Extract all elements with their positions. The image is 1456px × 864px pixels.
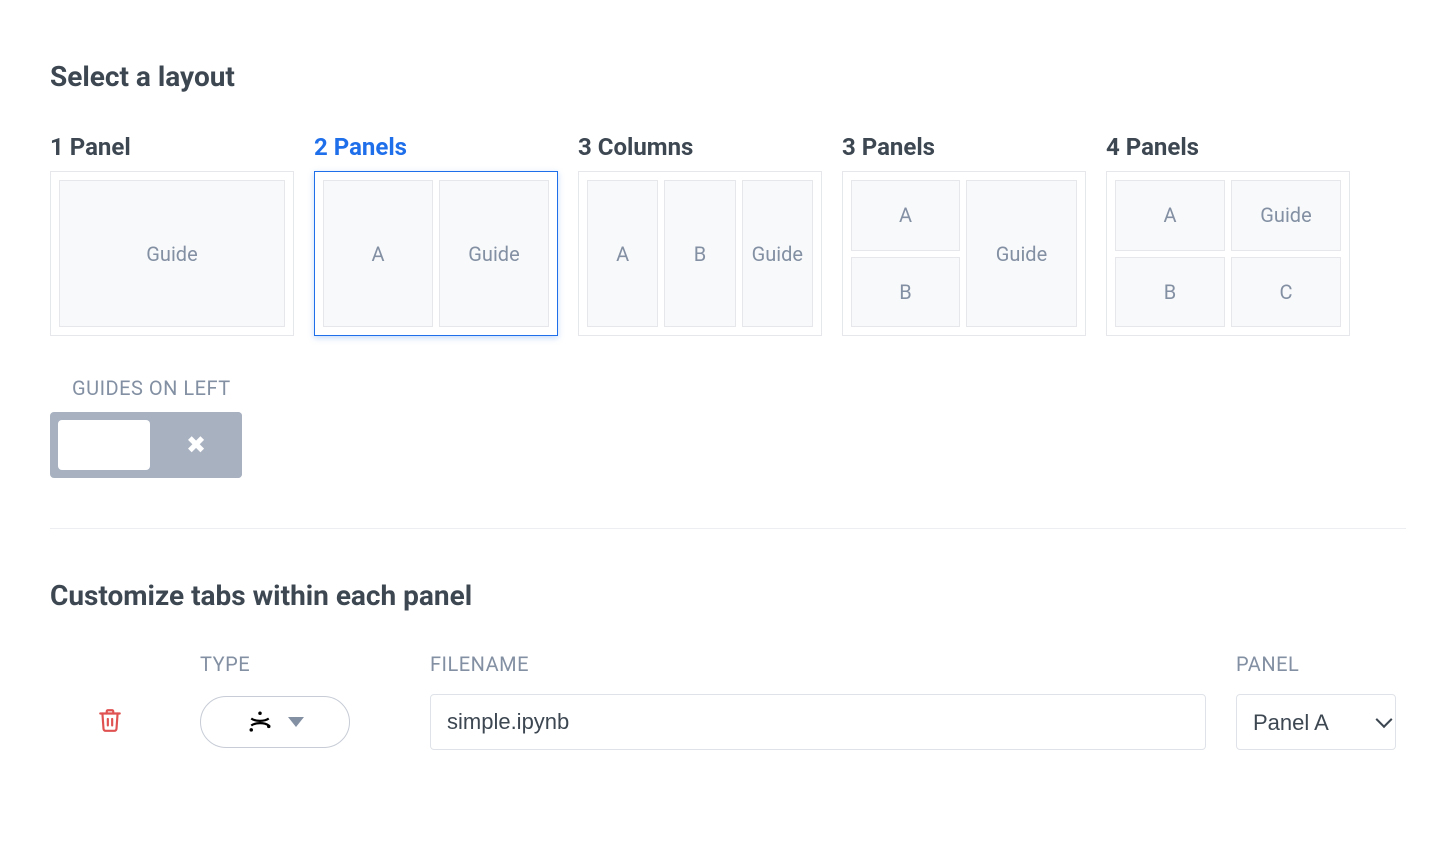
layout-preview: Guide: [50, 171, 294, 336]
layout-cell: Guide: [439, 180, 549, 327]
guides-on-left-toggle[interactable]: ✖: [50, 412, 242, 478]
chevron-down-icon: [288, 717, 304, 727]
layout-preview: A B Guide: [578, 171, 822, 336]
layout-cell: Guide: [966, 180, 1077, 327]
col-header-panel: PANEL: [1236, 652, 1406, 676]
layout-cell: Guide: [59, 180, 285, 327]
layout-title: 3 Panels: [842, 133, 1086, 161]
layout-cell: A: [1115, 180, 1225, 251]
close-icon: ✖: [186, 431, 206, 459]
toggle-on-segment[interactable]: [58, 420, 150, 470]
layout-cell: A: [587, 180, 658, 327]
layout-cell: C: [1231, 257, 1341, 328]
section-title-customize-tabs: Customize tabs within each panel: [50, 579, 1406, 612]
layout-cell: B: [851, 257, 960, 328]
filename-input[interactable]: [430, 694, 1206, 750]
toggle-off-segment[interactable]: ✖: [150, 412, 242, 478]
col-header-filename: FILENAME: [430, 652, 1206, 676]
layout-cell: Guide: [1231, 180, 1341, 251]
tab-row: Panel A: [50, 694, 1406, 750]
tabs-columns-header: TYPE FILENAME PANEL: [50, 652, 1406, 676]
layout-preview: A B Guide C: [1106, 171, 1350, 336]
layout-title: 2 Panels: [314, 133, 558, 161]
layout-preview: A B Guide: [842, 171, 1086, 336]
layout-option-1-panel[interactable]: 1 Panel Guide: [50, 133, 294, 336]
guides-on-left-label: GUIDES ON LEFT: [72, 376, 1406, 400]
layout-cell: A: [323, 180, 433, 327]
panel-select[interactable]: Panel A: [1236, 694, 1396, 750]
trash-icon[interactable]: [97, 707, 123, 738]
section-divider: [50, 528, 1406, 529]
layout-title: 3 Columns: [578, 133, 822, 161]
layout-option-2-panels[interactable]: 2 Panels A Guide: [314, 133, 558, 336]
layout-option-3-columns[interactable]: 3 Columns A B Guide: [578, 133, 822, 336]
type-selector[interactable]: [200, 696, 350, 748]
layout-cell: Guide: [742, 180, 813, 327]
layout-option-3-panels[interactable]: 3 Panels A B Guide: [842, 133, 1086, 336]
layout-option-4-panels[interactable]: 4 Panels A B Guide C: [1106, 133, 1350, 336]
layout-cell: B: [1115, 257, 1225, 328]
col-header-type: TYPE: [200, 652, 400, 676]
layout-cell: A: [851, 180, 960, 251]
section-title-select-layout: Select a layout: [50, 60, 1406, 93]
jupyter-icon: [246, 708, 274, 736]
layout-cell: B: [664, 180, 735, 327]
layout-options-row: 1 Panel Guide 2 Panels A Guide 3 Columns…: [50, 133, 1406, 336]
layout-preview: A Guide: [314, 171, 558, 336]
layout-title: 1 Panel: [50, 133, 294, 161]
layout-title: 4 Panels: [1106, 133, 1350, 161]
